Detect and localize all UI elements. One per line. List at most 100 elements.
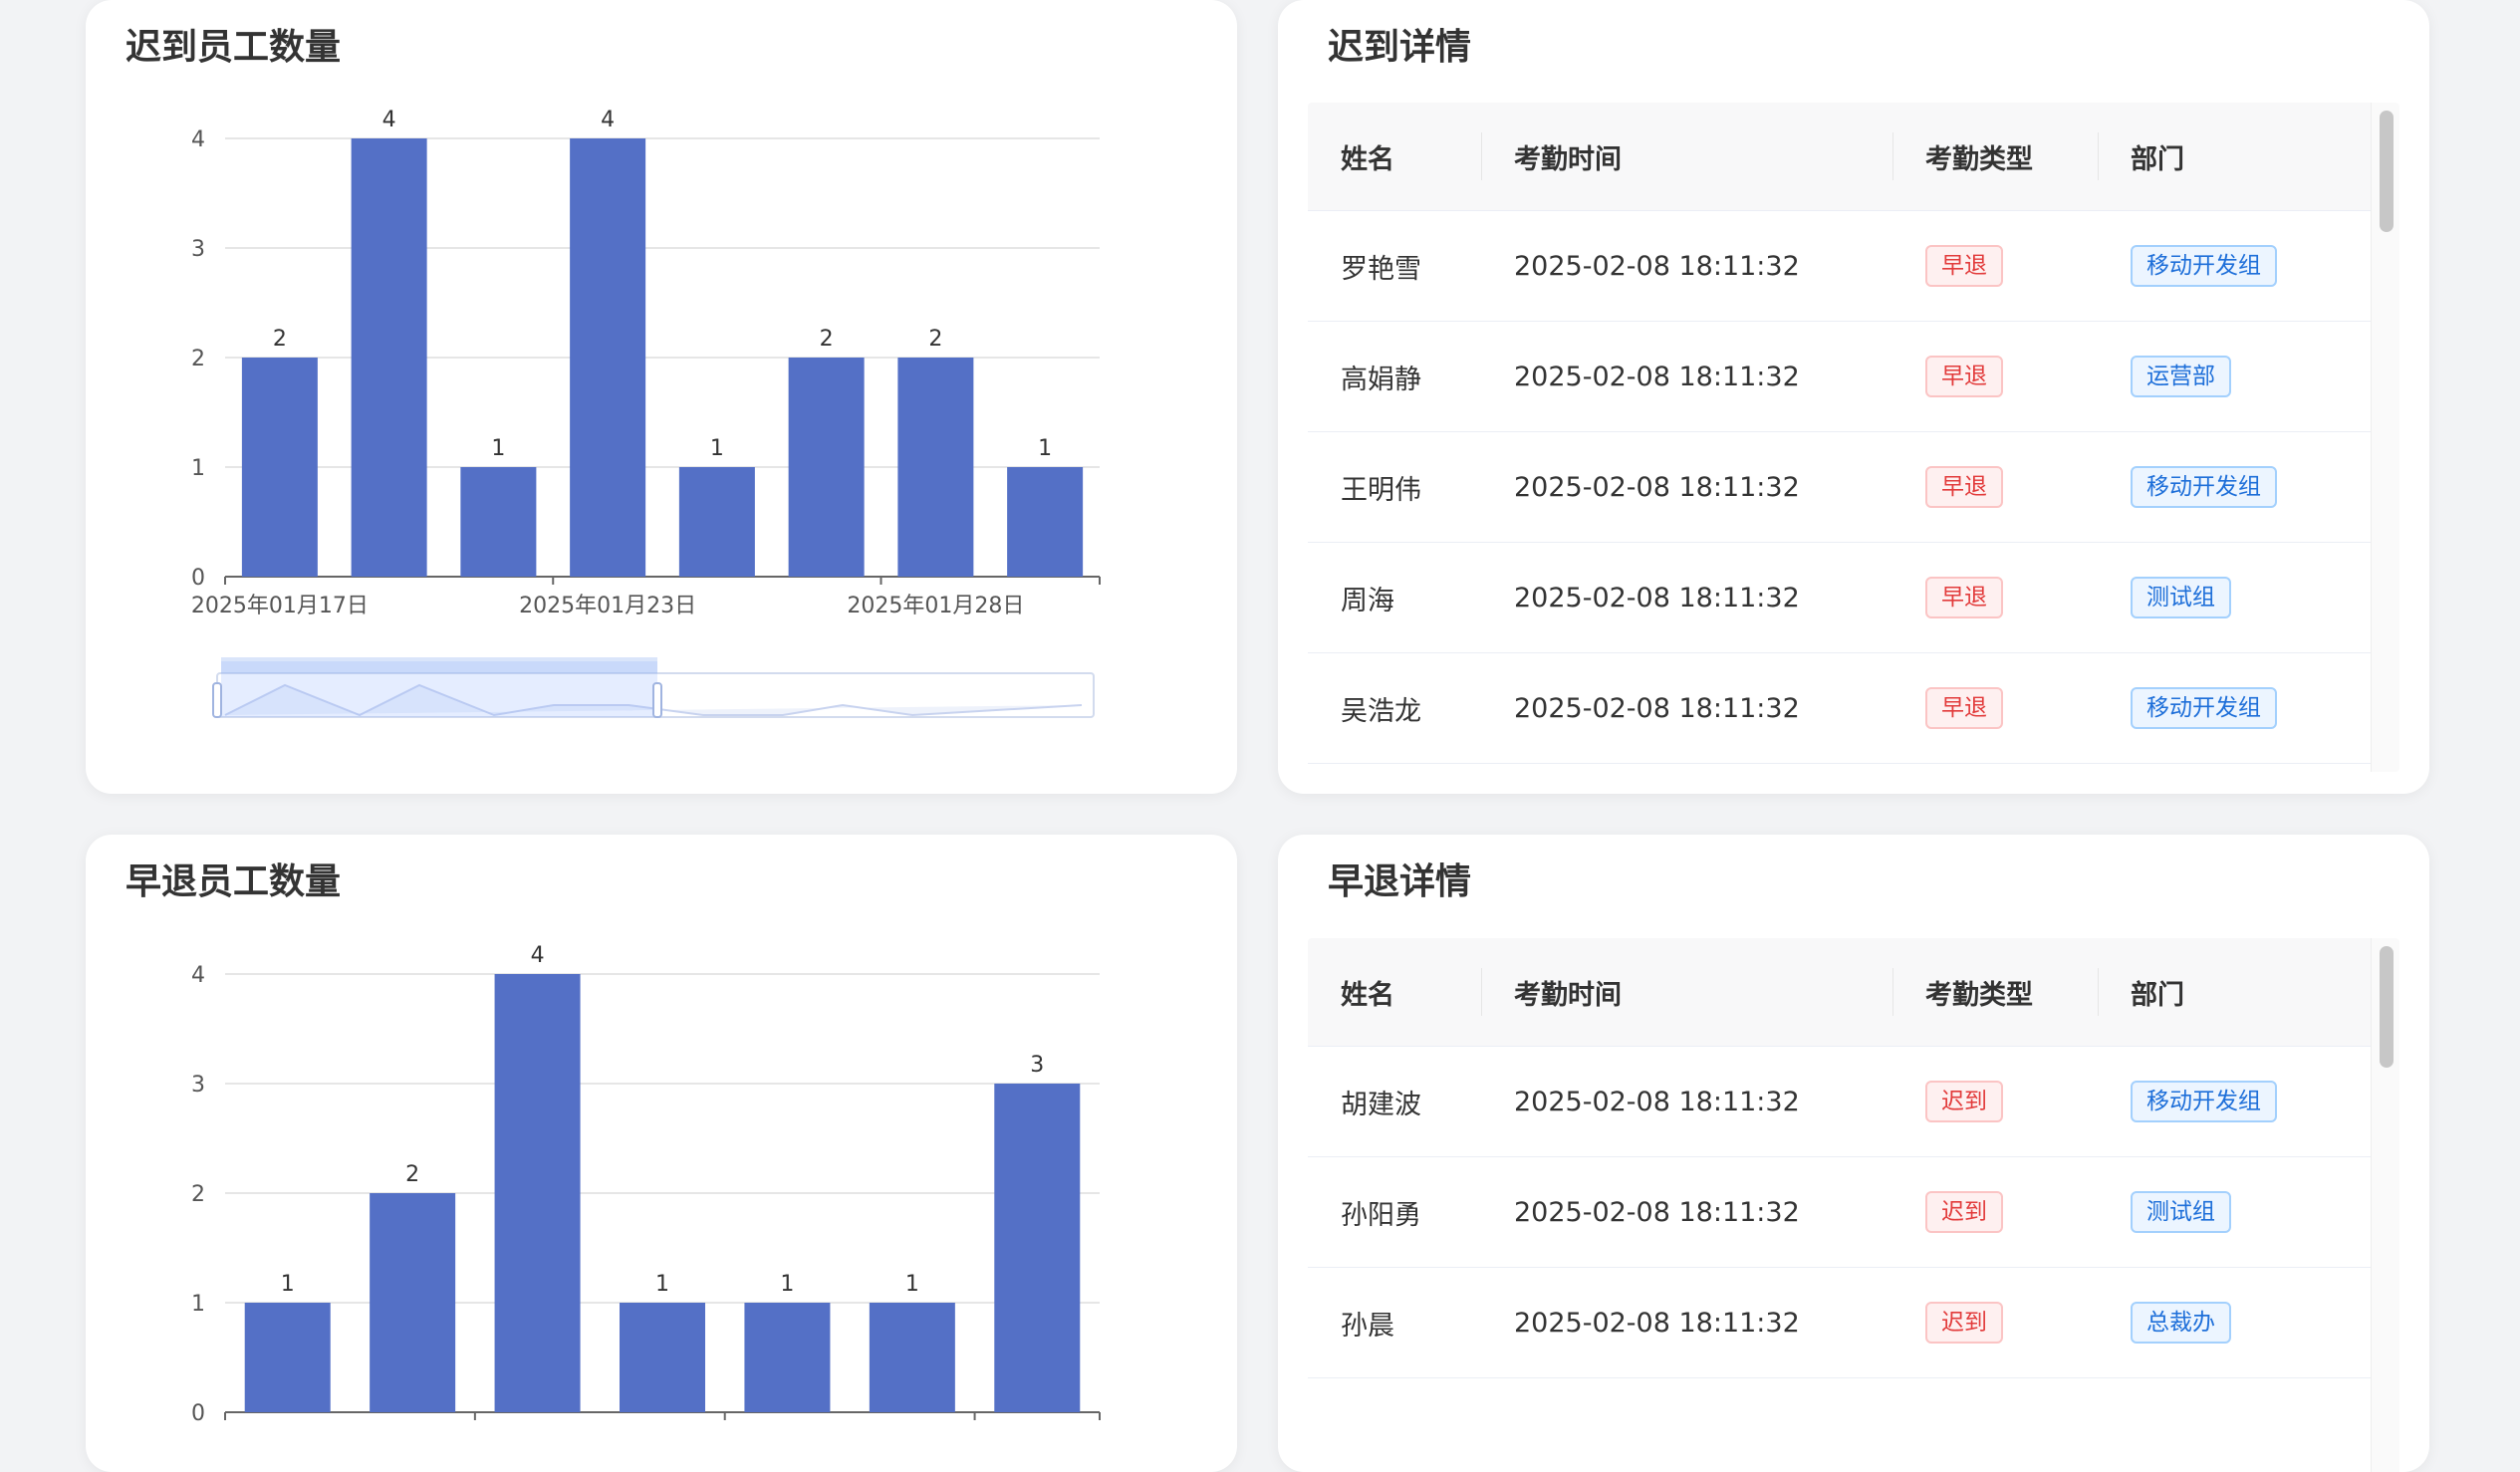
column-header-time-label: 考勤时间	[1514, 979, 1622, 1011]
cell-name: 胡建波	[1308, 1046, 1481, 1157]
column-header-type[interactable]: 考勤类型	[1892, 103, 2098, 211]
bar	[244, 1303, 331, 1412]
bar-value-label: 2	[273, 327, 287, 352]
zoom-handle-right	[652, 682, 662, 718]
early-detail-card: 早退详情 姓名 考勤时间 考勤类型 部门 胡建波 2025-02-08 18:11…	[1278, 835, 2429, 1472]
cell-type: 早退	[1892, 431, 2098, 543]
department-tag: 移动开发组	[2131, 687, 2277, 729]
department-tag: 测试组	[2131, 577, 2231, 618]
late-chart-card: 迟到员工数量 0 1 2 3 4 2 2025年01月17日 4 1 4 2025年01月23日 1 2…	[86, 0, 1237, 794]
cell-time: 2025-02-08 18:11:32	[1481, 652, 1892, 764]
column-header-dept[interactable]: 部门	[2098, 103, 2374, 211]
table-row[interactable]: 胡建波 2025-02-08 18:11:32 迟到 移动开发组	[1308, 1046, 2374, 1157]
cell-type: 迟到	[1892, 1156, 2098, 1268]
bar	[460, 467, 537, 577]
y-tick-label: 2	[191, 347, 205, 371]
cell-name: 孙晨	[1308, 1267, 1481, 1378]
early-chart-card: 早退员工数量 012341241113	[86, 835, 1237, 1472]
early-detail-title: 早退详情	[1328, 861, 1472, 902]
cell-time: 2025-02-08 18:11:32	[1481, 542, 1892, 653]
y-tick-label: 1	[191, 1292, 205, 1317]
x-tick-label: 2025年01月17日	[191, 594, 369, 618]
early-bar-chart: 0 1 2 3 4 1 2 4 1 1 1 3	[191, 943, 1101, 1426]
attendance-type-badge: 早退	[1925, 577, 2003, 618]
cell-type: 迟到	[1892, 1046, 2098, 1157]
y-tick-label: 4	[191, 127, 205, 152]
x-tick-label: 2025年01月23日	[519, 594, 696, 618]
cell-type: 早退	[1892, 321, 2098, 432]
department-tag: 总裁办	[2131, 1302, 2231, 1344]
bar-value-label: 1	[710, 436, 724, 461]
cell-time: 2025-02-08 18:11:32	[1481, 321, 1892, 432]
y-tick-label: 2	[191, 1182, 205, 1207]
department-tag: 运营部	[2131, 356, 2231, 397]
department-tag: 移动开发组	[2131, 1081, 2277, 1122]
table-row[interactable]: 周海 2025-02-08 18:11:32 早退 测试组	[1308, 542, 2374, 653]
y-tick-label: 1	[191, 456, 205, 481]
y-tick-label: 0	[191, 566, 205, 591]
bar-value-label: 1	[780, 1272, 794, 1297]
table-row[interactable]: 罗艳雪 2025-02-08 18:11:32 早退 移动开发组	[1308, 210, 2374, 322]
zoom-clip-mask	[205, 719, 1122, 779]
cell-dept: 测试组	[2098, 542, 2374, 653]
late-detail-title: 迟到详情	[1328, 27, 1472, 68]
cell-time: 2025-02-08 18:11:32	[1481, 1156, 1892, 1268]
y-tick-label: 0	[191, 1401, 205, 1426]
cell-dept: 运营部	[2098, 321, 2374, 432]
cell-dept: 移动开发组	[2098, 1046, 2374, 1157]
late-table-scrollbar[interactable]	[2371, 103, 2399, 772]
cell-name: 高娟静	[1308, 321, 1481, 432]
column-header-name[interactable]: 姓名	[1308, 103, 1481, 211]
bar-value-label: 2	[820, 327, 834, 352]
table-header-row: 姓名 考勤时间 考勤类型 部门	[1308, 938, 2374, 1047]
column-header-time[interactable]: 考勤时间	[1481, 938, 1892, 1047]
column-header-dept[interactable]: 部门	[2098, 938, 2374, 1047]
cell-dept: 移动开发组	[2098, 210, 2374, 322]
bar	[994, 1084, 1081, 1412]
column-header-name[interactable]: 姓名	[1308, 938, 1481, 1047]
cell-dept: 移动开发组	[2098, 652, 2374, 764]
department-tag: 移动开发组	[2131, 245, 2277, 287]
cell-name: 周海	[1308, 542, 1481, 653]
attendance-type-badge: 早退	[1925, 245, 2003, 287]
cell-dept: 移动开发组	[2098, 431, 2374, 543]
early-table-scroll-thumb[interactable]	[2380, 946, 2394, 1068]
late-table-scroll-thumb[interactable]	[2380, 111, 2394, 232]
table-row[interactable]: 孙阳勇 2025-02-08 18:11:32 迟到 测试组	[1308, 1156, 2374, 1268]
cell-dept: 测试组	[2098, 1156, 2374, 1268]
data-zoom-slider[interactable]	[212, 657, 1095, 718]
bar-value-label: 3	[1030, 1053, 1044, 1078]
bar	[678, 467, 755, 577]
table-row[interactable]: 高娟静 2025-02-08 18:11:32 早退 运营部	[1308, 321, 2374, 432]
table-header-row: 姓名 考勤时间 考勤类型 部门	[1308, 103, 2374, 211]
bar-value-label: 4	[531, 943, 545, 968]
table-row[interactable]: 吴浩龙 2025-02-08 18:11:32 早退 移动开发组	[1308, 652, 2374, 764]
y-tick-label: 3	[191, 1073, 205, 1098]
late-detail-card: 迟到详情 姓名 考勤时间 考勤类型 部门 罗艳雪 2025-02-08 18:11…	[1278, 0, 2429, 794]
cell-time: 2025-02-08 18:11:32	[1481, 1046, 1892, 1157]
cell-dept: 总裁办	[2098, 1267, 2374, 1378]
column-header-time[interactable]: 考勤时间	[1481, 103, 1892, 211]
column-header-dept-label: 部门	[2131, 979, 2184, 1011]
attendance-type-badge: 迟到	[1925, 1191, 2003, 1233]
early-detail-tbody: 胡建波 2025-02-08 18:11:32 迟到 移动开发组 孙阳勇 2025-02-…	[1308, 1046, 2374, 1378]
table-row[interactable]: 王明伟 2025-02-08 18:11:32 早退 移动开发组	[1308, 431, 2374, 543]
cell-name: 罗艳雪	[1308, 210, 1481, 322]
column-header-type-label: 考勤类型	[1925, 979, 2033, 1011]
column-header-type-label: 考勤类型	[1925, 143, 2033, 175]
bar-value-label: 1	[491, 436, 505, 461]
bar-value-label: 1	[1038, 436, 1052, 461]
attendance-type-badge: 早退	[1925, 356, 2003, 397]
cell-name: 吴浩龙	[1308, 652, 1481, 764]
cell-type: 迟到	[1892, 1267, 2098, 1378]
late-detail-table: 姓名 考勤时间 考勤类型 部门 罗艳雪 2025-02-08 18:11:32 早退…	[1308, 103, 2399, 772]
column-header-type[interactable]: 考勤类型	[1892, 938, 2098, 1047]
bar	[1007, 467, 1084, 577]
cell-type: 早退	[1892, 542, 2098, 653]
early-table-scrollbar[interactable]	[2371, 938, 2399, 1472]
bar	[570, 138, 646, 577]
table-row[interactable]: 孙晨 2025-02-08 18:11:32 迟到 总裁办	[1308, 1267, 2374, 1378]
bar	[620, 1303, 705, 1412]
cell-time: 2025-02-08 18:11:32	[1481, 1267, 1892, 1378]
y-tick-label: 3	[191, 237, 205, 262]
